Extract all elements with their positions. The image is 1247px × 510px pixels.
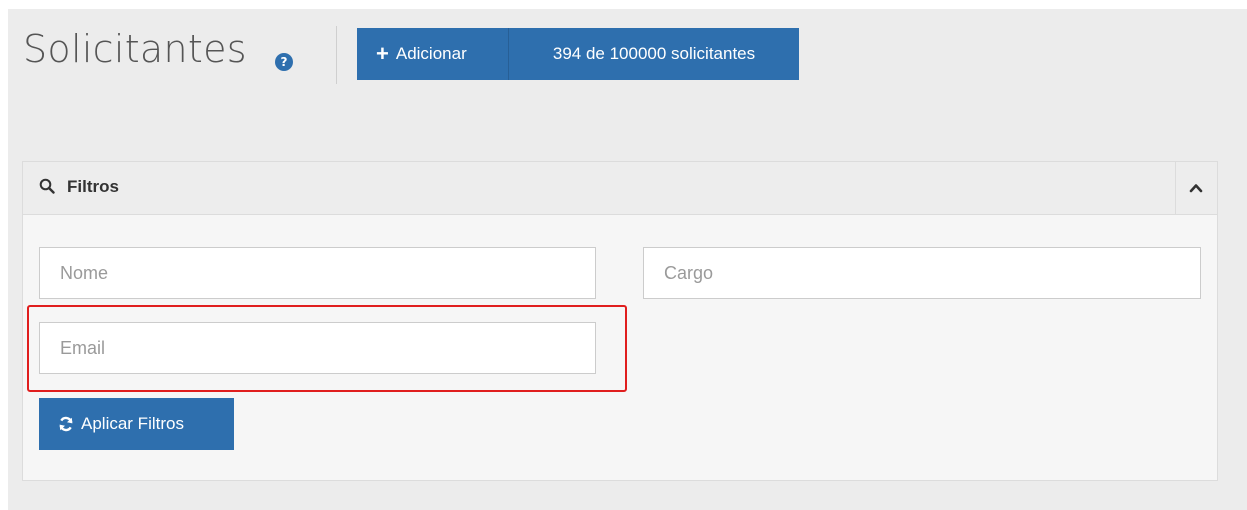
filters-title: Filtros <box>67 177 119 196</box>
add-button-label: Adicionar <box>395 44 467 63</box>
collapse-button[interactable] <box>1176 162 1217 214</box>
filters-panel: Filtros Aplicar Filtros <box>22 161 1218 481</box>
header-button-group: + Adicionar 394 de 100000 solicitantes <box>357 28 799 80</box>
plus-icon: + <box>376 41 389 66</box>
nome-field[interactable] <box>39 247 596 299</box>
chevron-up-icon <box>1189 184 1203 193</box>
title-divider <box>336 26 337 84</box>
page-title: Solicitantes <box>23 27 247 71</box>
apply-filters-label: Aplicar Filtros <box>81 414 184 433</box>
filters-panel-header: Filtros <box>23 162 1217 215</box>
cargo-field[interactable] <box>643 247 1201 299</box>
question-circle-icon[interactable]: ? <box>275 53 293 71</box>
apply-filters-button[interactable]: Aplicar Filtros <box>39 398 234 450</box>
email-field[interactable] <box>39 322 596 374</box>
search-icon <box>39 178 55 194</box>
requester-count-button[interactable]: 394 de 100000 solicitantes <box>509 28 799 80</box>
main-content: Solicitantes ? + Adicionar 394 de 100000… <box>8 9 1247 510</box>
requester-count-label: 394 de 100000 solicitantes <box>552 44 756 63</box>
add-button[interactable]: + Adicionar <box>357 28 509 80</box>
refresh-icon <box>59 416 73 432</box>
